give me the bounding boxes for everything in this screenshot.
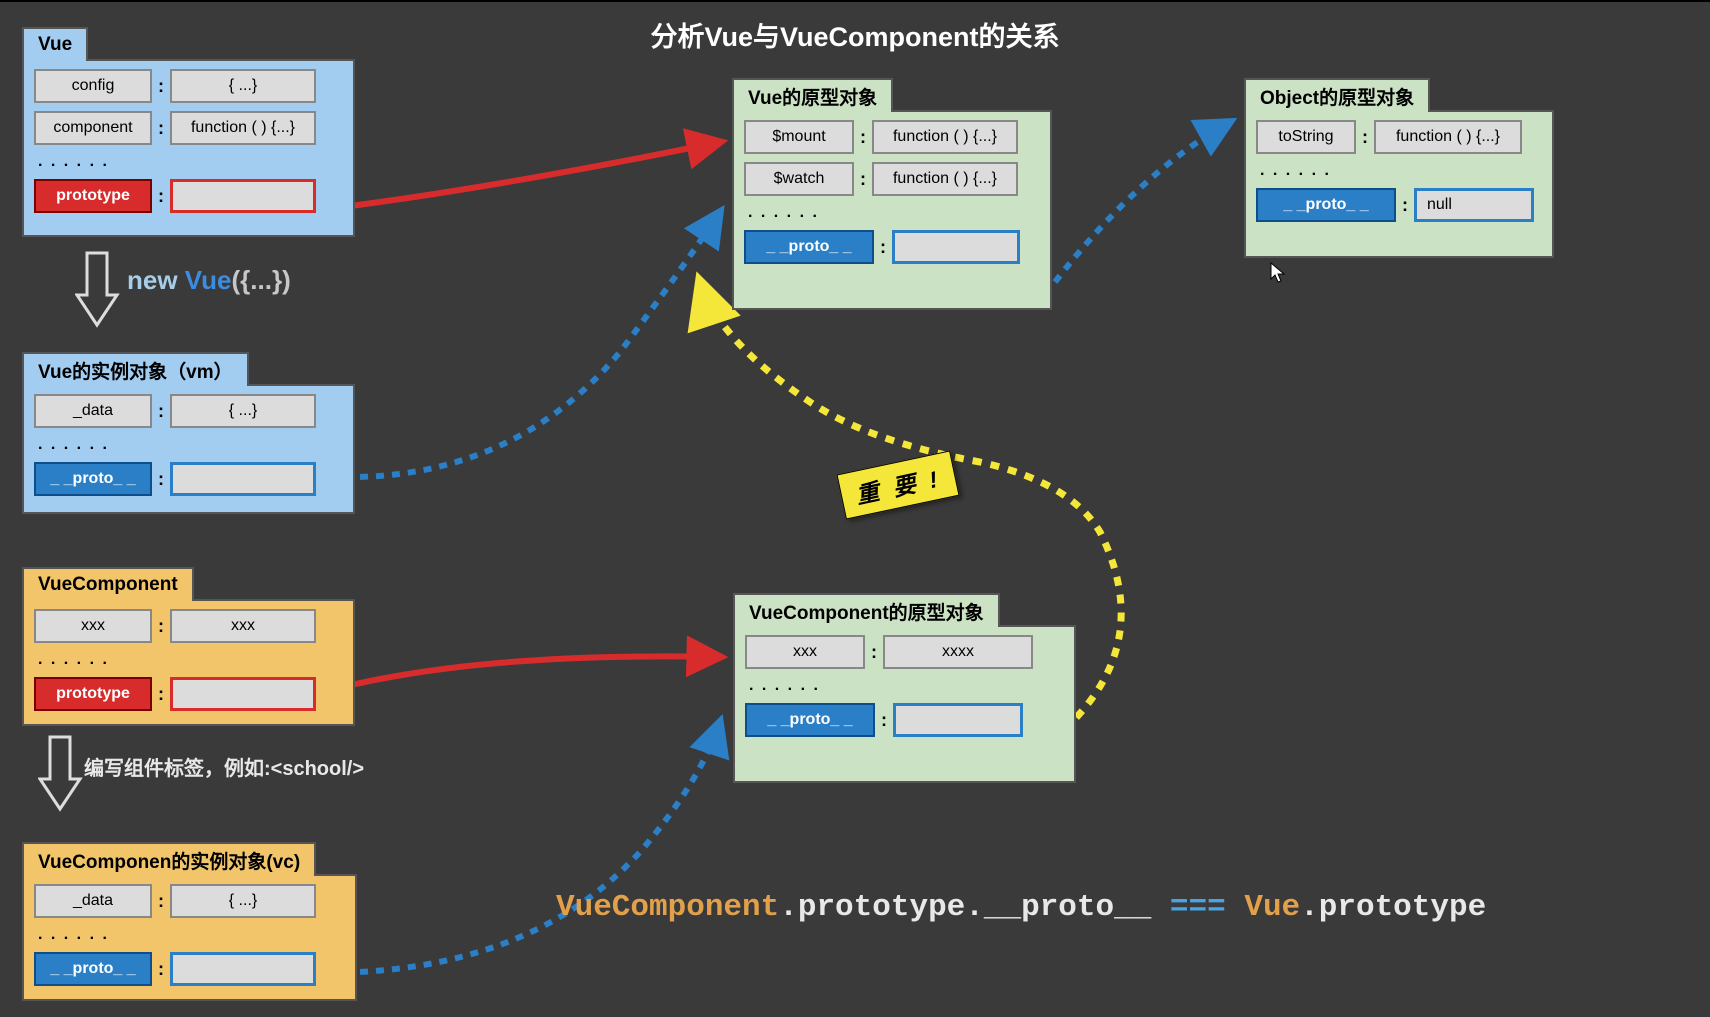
vue-config-val: { ...}: [170, 69, 316, 103]
vc-dots: . . . . . .: [38, 926, 341, 944]
vc-proto-val: [170, 952, 316, 986]
vc-data-val: { ...}: [170, 884, 316, 918]
vc-box: VueComponen的实例对象(vc) _data : { ...} . . …: [22, 874, 357, 1001]
vue-proto-tab: Vue的原型对象: [732, 78, 893, 112]
objproto-tostring-val: function ( ) {...}: [1374, 120, 1522, 154]
vm-dots: . . . . . .: [38, 436, 339, 454]
vue-proto-box: Vue的原型对象 $mount : function ( ) {...} $wa…: [732, 110, 1052, 310]
vue-box: Vue config : { ...} component : function…: [22, 59, 355, 237]
vuecomp-xxx-key: xxx: [34, 609, 152, 643]
code-equation: VueComponent.prototype.__proto__ === Vue…: [556, 890, 1486, 925]
objproto-dots: . . . . . .: [1260, 162, 1538, 180]
vueproto-proto-key: _ _proto_ _: [744, 230, 874, 264]
objproto-tostring-key: toString: [1256, 120, 1356, 154]
vuecomp-prototype-key: prototype: [34, 677, 152, 711]
vm-proto-key: _ _proto_ _: [34, 462, 152, 496]
vue-component-key: component: [34, 111, 152, 145]
object-proto-tab: Object的原型对象: [1244, 78, 1430, 112]
vue-tab: Vue: [22, 27, 88, 61]
vc-proto-box: VueComponent的原型对象 xxx : xxxx . . . . . .…: [733, 625, 1076, 783]
important-badge: 重 要 !: [836, 450, 959, 519]
vue-prototype-val: [170, 179, 316, 213]
vcproto-proto-key: _ _proto_ _: [745, 703, 875, 737]
objproto-proto-key: _ _proto_ _: [1256, 188, 1396, 222]
vuecomponent-box: VueComponent xxx : xxx . . . . . . proto…: [22, 599, 355, 726]
component-tag-label: 编写组件标签，例如:<school/>: [84, 752, 364, 781]
vueproto-mount-key: $mount: [744, 120, 854, 154]
vc-tab: VueComponen的实例对象(vc): [22, 842, 316, 876]
vm-proto-val: [170, 462, 316, 496]
vuecomponent-tab: VueComponent: [22, 567, 194, 601]
vue-dots: . . . . . .: [38, 153, 339, 171]
vm-data-key: _data: [34, 394, 152, 428]
vm-data-val: { ...}: [170, 394, 316, 428]
vc-data-key: _data: [34, 884, 152, 918]
vm-tab: Vue的实例对象（vm）: [22, 352, 249, 386]
vcproto-proto-val: [893, 703, 1023, 737]
cursor-icon: [1270, 262, 1286, 284]
vm-box: Vue的实例对象（vm） _data : { ...} . . . . . . …: [22, 384, 355, 514]
vueproto-dots: . . . . . .: [748, 204, 1036, 222]
vcproto-xxx-key: xxx: [745, 635, 865, 669]
vue-config-key: config: [34, 69, 152, 103]
down-arrow-icon-1: [75, 250, 125, 330]
vueproto-watch-val: function ( ) {...}: [872, 162, 1018, 196]
vue-component-val: function ( ) {...}: [170, 111, 316, 145]
vueproto-watch-key: $watch: [744, 162, 854, 196]
down-arrow-icon-2: [38, 734, 88, 814]
diagram-title: 分析Vue与VueComponent的关系: [650, 15, 1059, 54]
object-proto-box: Object的原型对象 toString : function ( ) {...…: [1244, 110, 1554, 258]
objproto-proto-val: null: [1414, 188, 1534, 222]
vueproto-mount-val: function ( ) {...}: [872, 120, 1018, 154]
vuecomp-prototype-val: [170, 677, 316, 711]
vuecomp-xxx-val: xxx: [170, 609, 316, 643]
vcproto-dots: . . . . . .: [749, 677, 1060, 695]
vuecomp-dots: . . . . . .: [38, 651, 339, 669]
new-vue-label: new Vue({...}): [127, 265, 291, 296]
vc-proto-key: _ _proto_ _: [34, 952, 152, 986]
vueproto-proto-val: [892, 230, 1020, 264]
vc-proto-tab: VueComponent的原型对象: [733, 593, 1000, 627]
vcproto-xxx-val: xxxx: [883, 635, 1033, 669]
vue-prototype-key: prototype: [34, 179, 152, 213]
